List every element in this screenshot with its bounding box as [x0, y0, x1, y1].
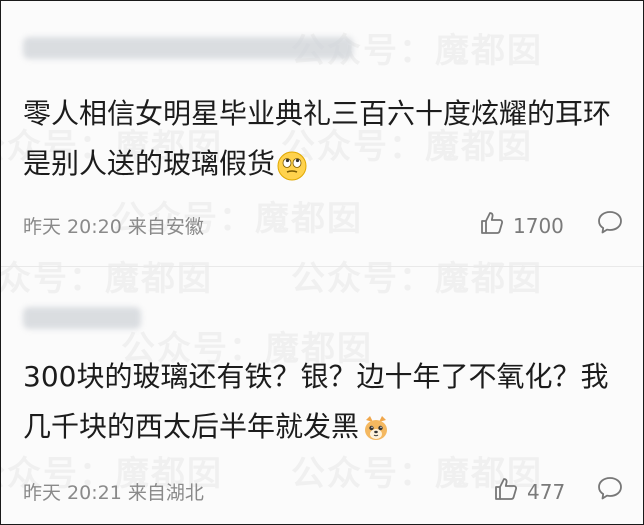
comment-item: 300块的玻璃还有铁？银？边十年了不氧化？我几千块的西太后半年就发黑 昨天 20… — [1, 267, 643, 524]
comment-content: 300块的玻璃还有铁？银？边十年了不氧化？我几千块的西太后半年就发黑 — [23, 352, 625, 452]
dog-emoji-icon — [361, 410, 391, 440]
comment-meta: 昨天 20:21 来自湖北 — [23, 478, 204, 505]
comment-bubble-icon — [596, 211, 624, 239]
like-button[interactable]: 1700 — [479, 210, 564, 241]
comment-bubble-icon — [596, 477, 624, 505]
like-count: 477 — [527, 479, 566, 504]
comment-location: 来自湖北 — [127, 482, 204, 504]
eye-roll-emoji-icon — [277, 147, 307, 181]
blurred-username — [23, 37, 353, 59]
reply-button[interactable] — [596, 209, 624, 239]
comment-content: 零人相信女明星毕业典礼三百六十度炫耀的耳环是别人送的玻璃假货 — [23, 89, 625, 189]
thumbs-up-icon — [493, 476, 519, 507]
comment-location: 来自安徽 — [127, 216, 204, 238]
reply-button[interactable] — [596, 475, 624, 505]
comment-item: 零人相信女明星毕业典礼三百六十度炫耀的耳环是别人送的玻璃假货 昨天 20:20 … — [1, 1, 643, 263]
comment-text: 300块的玻璃还有铁？银？边十年了不氧化？我几千块的西太后半年就发黑 — [23, 360, 609, 443]
comment-timestamp: 昨天 20:20 — [23, 216, 122, 238]
comment-text: 零人相信女明星毕业典礼三百六十度炫耀的耳环是别人送的玻璃假货 — [23, 97, 612, 180]
like-button[interactable]: 477 — [493, 476, 565, 507]
thumbs-up-icon — [479, 210, 505, 241]
like-count: 1700 — [513, 213, 564, 238]
screenshot-frame: 公众号：魔都囡 公众号：魔都囡 公众号：魔都囡 公众号：魔都囡 公众号：魔都囡 … — [0, 0, 644, 525]
comment-timestamp: 昨天 20:21 — [23, 482, 122, 504]
comment-meta: 昨天 20:20 来自安徽 — [23, 212, 204, 239]
blurred-username — [23, 307, 141, 329]
